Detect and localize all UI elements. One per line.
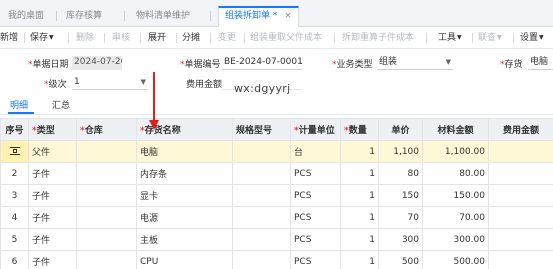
annotation-arrow-head	[149, 120, 159, 130]
annotation-arrow	[149, 72, 159, 130]
